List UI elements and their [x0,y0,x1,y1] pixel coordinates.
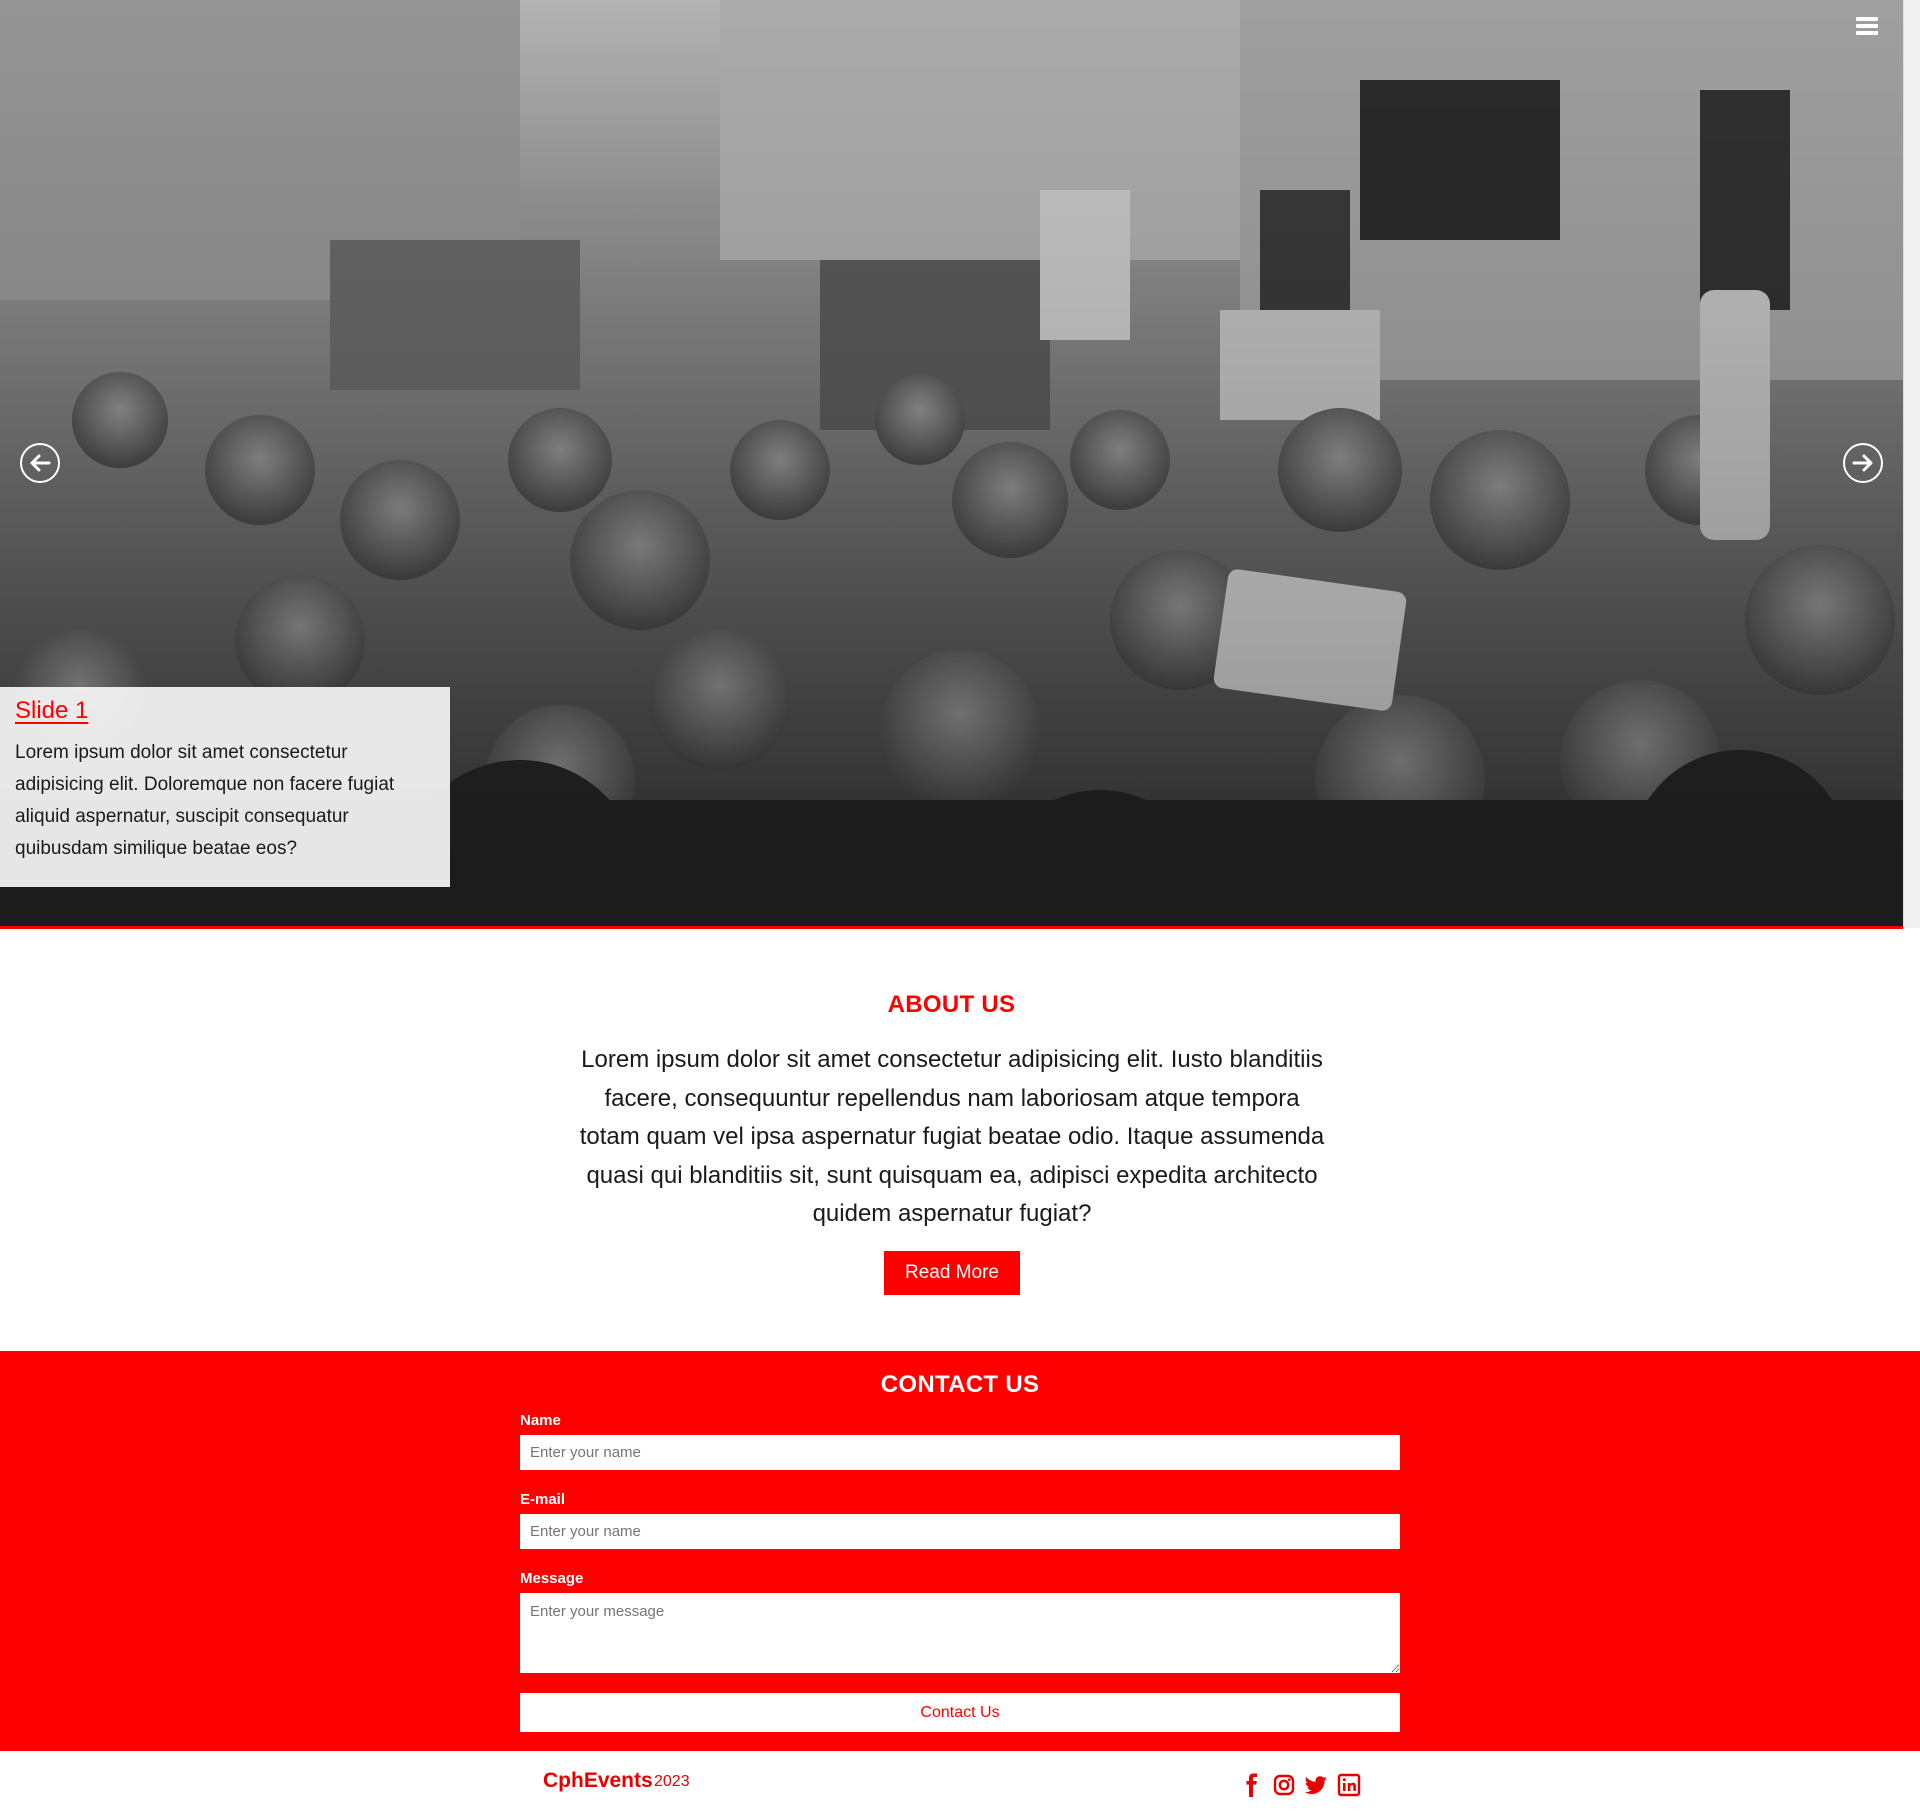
read-more-button[interactable]: Read More [884,1251,1020,1295]
carousel-prev-button[interactable] [20,443,60,483]
arrow-right-circle-icon [1852,454,1873,472]
message-textarea[interactable] [520,1593,1400,1673]
linkedin-icon[interactable] [1337,1773,1361,1797]
hamburger-menu-button[interactable] [1852,14,1882,40]
arrow-left-circle-icon [30,454,51,472]
about-section: ABOUT US Lorem ipsum dolor sit amet cons… [0,929,1903,1351]
slide-title-link[interactable]: Slide 1 [15,697,88,725]
message-label: Message [520,1570,584,1587]
name-input[interactable] [520,1435,1400,1470]
instagram-icon[interactable] [1272,1773,1296,1797]
hamburger-icon-bar [1856,31,1878,35]
page-scrollbar[interactable] [1903,0,1920,928]
email-input[interactable] [520,1514,1400,1549]
footer-year: 2023 [654,1773,690,1790]
email-label: E-mail [520,1491,566,1508]
hamburger-icon-bar [1856,24,1878,28]
contact-title: CONTACT US [880,1371,1040,1398]
about-text: Lorem ipsum dolor sit amet consectetur a… [579,1046,1325,1227]
contact-submit-button[interactable]: Contact Us [520,1693,1400,1732]
slide-description: Lorem ipsum dolor sit amet consectetur a… [15,742,395,859]
footer: CphEvents 2023 [0,1751,1920,1811]
hamburger-icon [1856,17,1878,21]
twitter-icon[interactable] [1304,1773,1328,1797]
about-title: ABOUT US [887,991,1016,1018]
carousel-next-button[interactable] [1843,443,1883,483]
slide-caption: Slide 1 Lorem ipsum dolor sit amet conse… [0,687,450,887]
hero-carousel: Slide 1 Lorem ipsum dolor sit amet conse… [0,0,1903,926]
name-label: Name [520,1412,561,1429]
footer-brand[interactable]: CphEvents [543,1769,653,1793]
contact-section: CONTACT US Name E-mail Message Contact U… [0,1351,1920,1751]
facebook-icon[interactable] [1240,1773,1264,1797]
